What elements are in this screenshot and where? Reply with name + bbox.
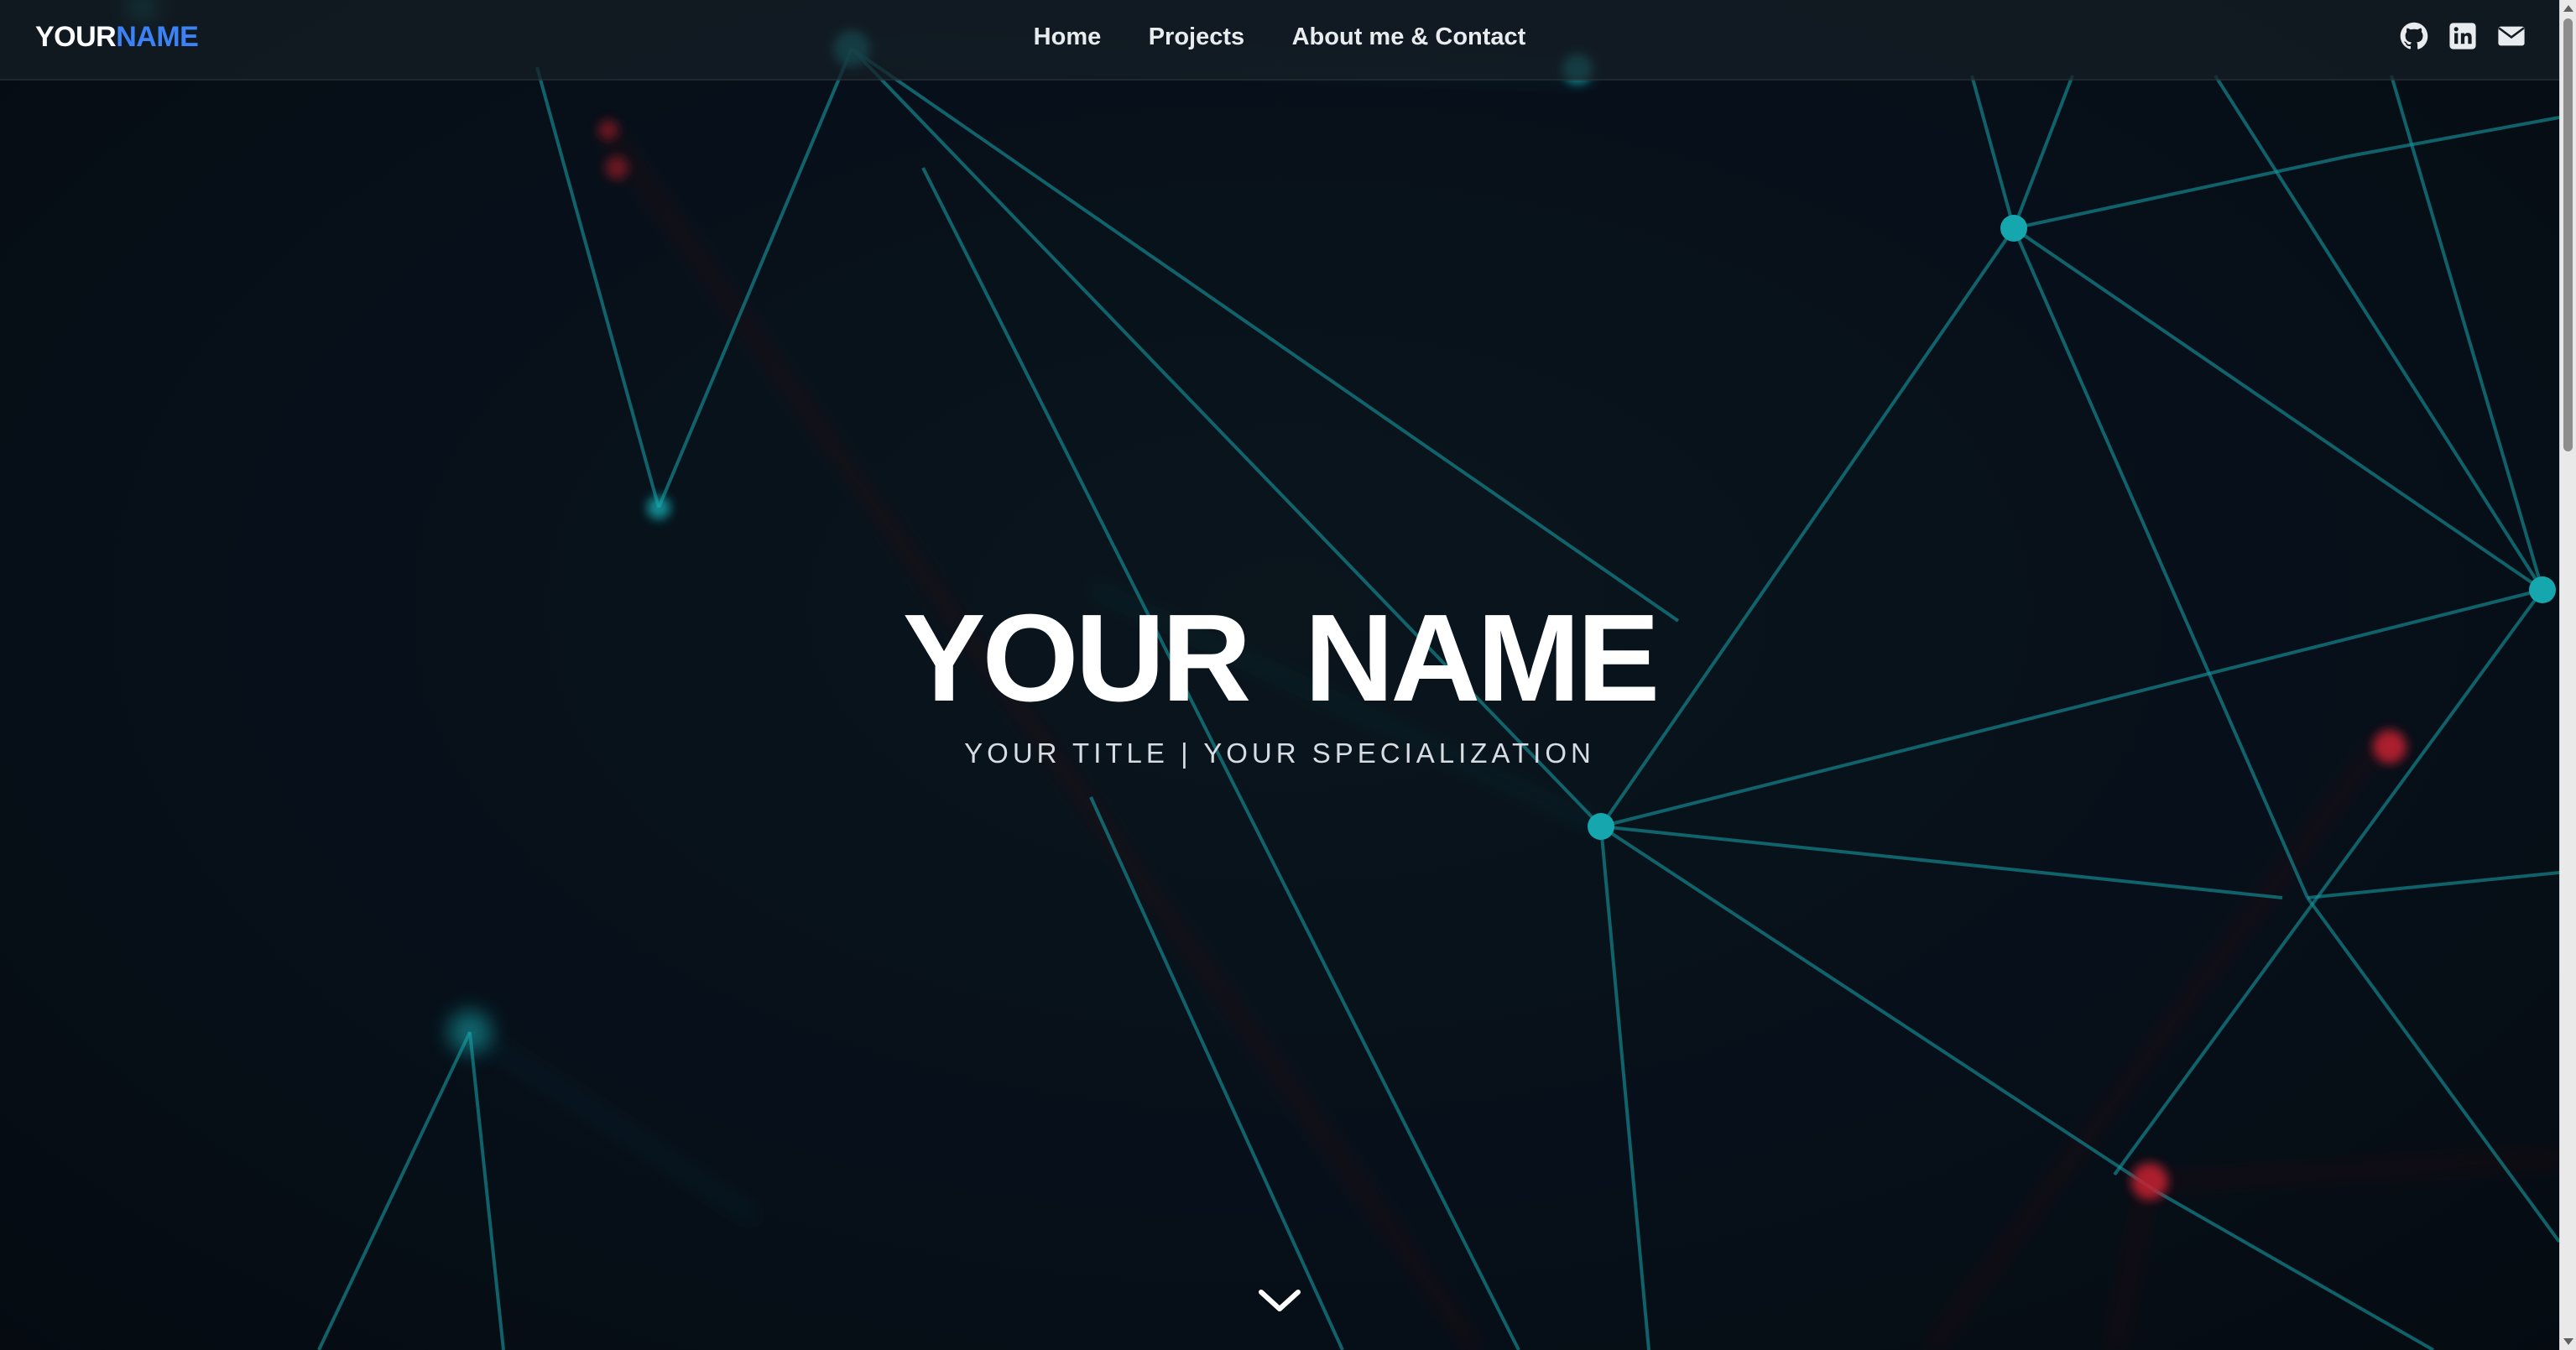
top-navbar: YOURNAME Home Projects About me & Contac… xyxy=(0,0,2559,81)
nav-link-projects[interactable]: Projects xyxy=(1149,20,1244,54)
linkedin-icon[interactable] xyxy=(2448,22,2477,50)
nav-link-home[interactable]: Home xyxy=(1034,20,1102,54)
nav-link-about-contact[interactable]: About me & Contact xyxy=(1292,20,1526,54)
hero-subtitle: YOUR TITLE | YOUR SPECIALIZATION xyxy=(964,738,1595,769)
github-icon[interactable] xyxy=(2400,22,2428,50)
scroll-up-arrow[interactable] xyxy=(2563,5,2573,12)
chevron-down-icon[interactable] xyxy=(1256,1284,1303,1317)
hero-name: YOUR NAME xyxy=(902,589,1660,727)
hero-section: YOUR NAME YOUR TITLE | YOUR SPECIALIZATI… xyxy=(0,596,2559,770)
page: YOURNAME Home Projects About me & Contac… xyxy=(0,0,2576,1350)
envelope-icon[interactable] xyxy=(2497,22,2526,50)
scroll-thumb[interactable] xyxy=(2563,18,2573,451)
scroll-down-arrow[interactable] xyxy=(2563,1338,2573,1345)
social-links xyxy=(2400,22,2526,50)
nav-links: Home Projects About me & Contact xyxy=(0,20,2559,58)
page-scrollbar[interactable] xyxy=(2559,0,2576,1350)
